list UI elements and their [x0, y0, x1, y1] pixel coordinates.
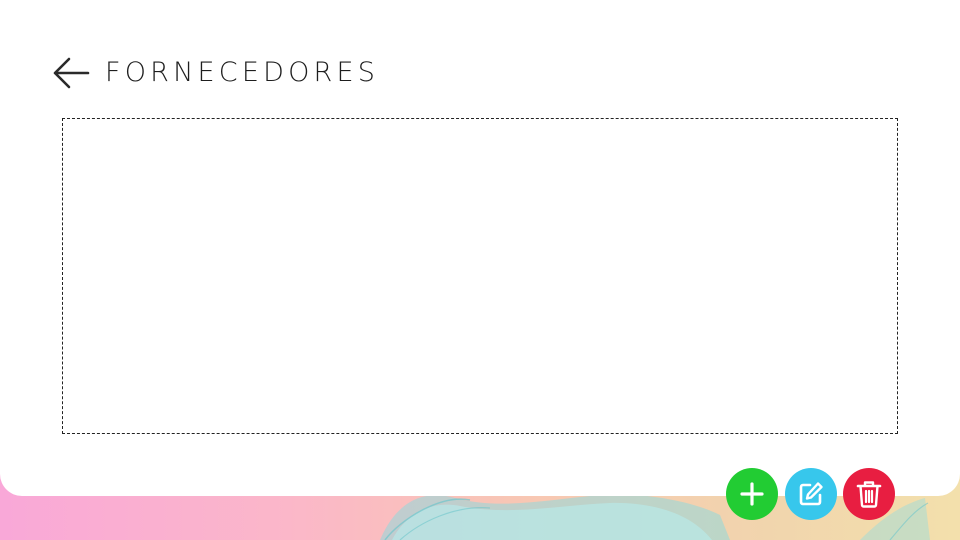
page-header: FORNECEDORES: [52, 54, 379, 92]
edit-icon: [799, 482, 823, 506]
edit-button[interactable]: [785, 468, 837, 520]
page-title: FORNECEDORES: [105, 57, 380, 88]
arrow-left-icon: [53, 57, 90, 89]
content-card: FORNECEDORES: [0, 0, 960, 496]
plus-icon: [740, 482, 764, 506]
delete-button[interactable]: [843, 468, 895, 520]
add-button[interactable]: [726, 468, 778, 520]
back-button[interactable]: [52, 54, 92, 92]
content-placeholder-box: [62, 118, 898, 434]
trash-icon: [856, 481, 882, 508]
presentation-slide: FORNECEDORES: [0, 0, 960, 540]
